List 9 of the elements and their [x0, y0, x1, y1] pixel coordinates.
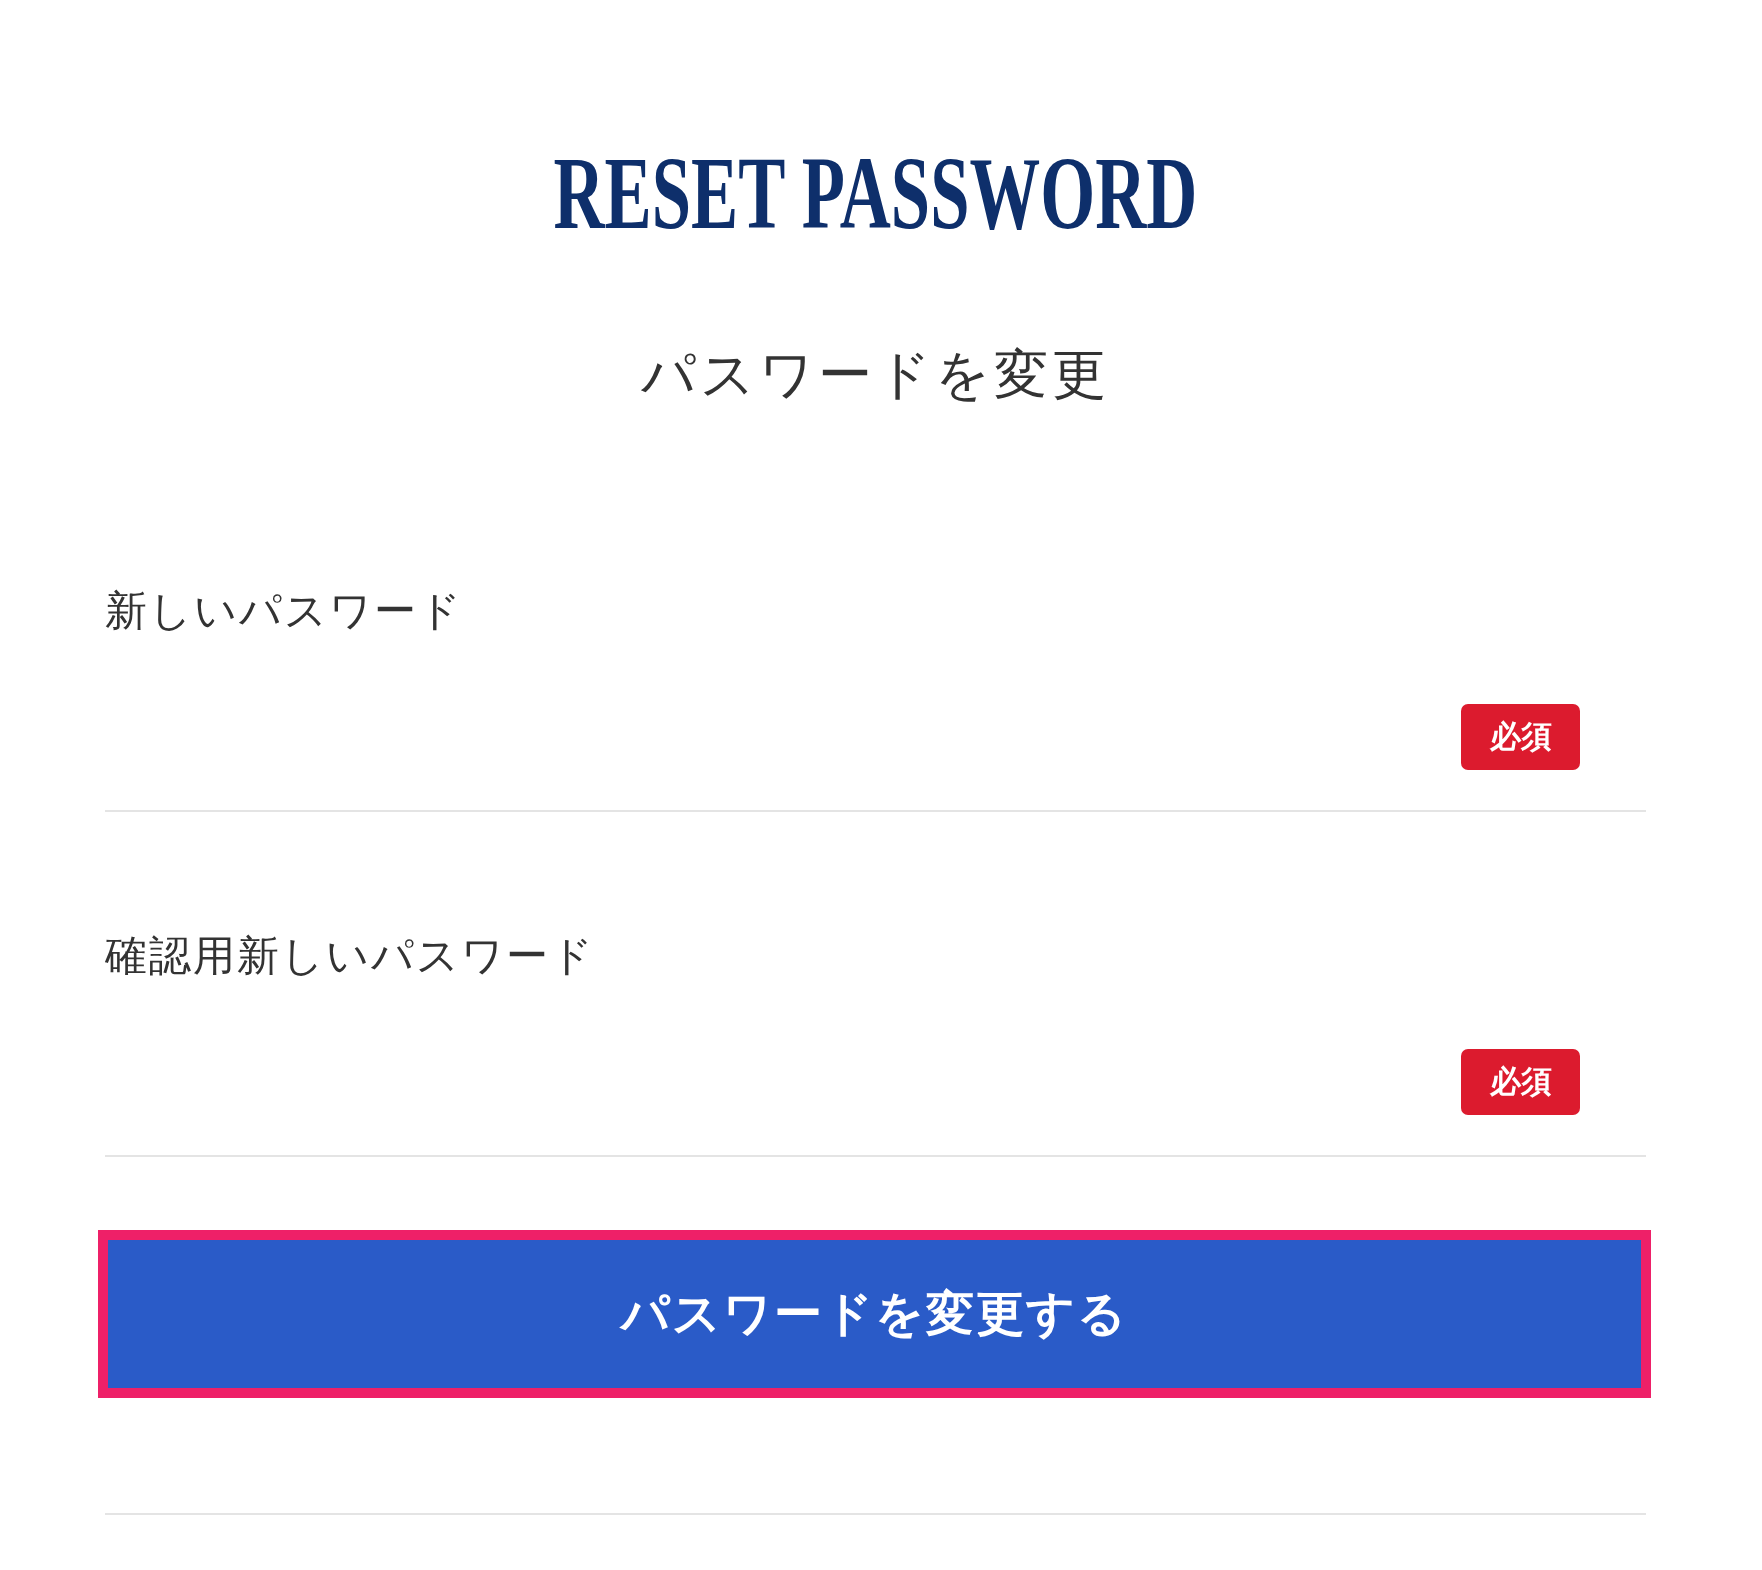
required-badge: 必須 [1461, 1049, 1580, 1115]
password-field[interactable]: 必須 [105, 1039, 1646, 1157]
field-label: 新しいパスワード [105, 585, 463, 637]
page-title: RESET PASSWORD [553, 138, 1198, 248]
password-field[interactable]: 必須 [105, 694, 1646, 812]
required-badge: 必須 [1461, 704, 1580, 770]
form-heading: パスワードを変更 [641, 342, 1110, 408]
field-label: 確認用新しいパスワード [105, 930, 595, 982]
change-password-button[interactable]: パスワードを変更する [98, 1230, 1651, 1398]
